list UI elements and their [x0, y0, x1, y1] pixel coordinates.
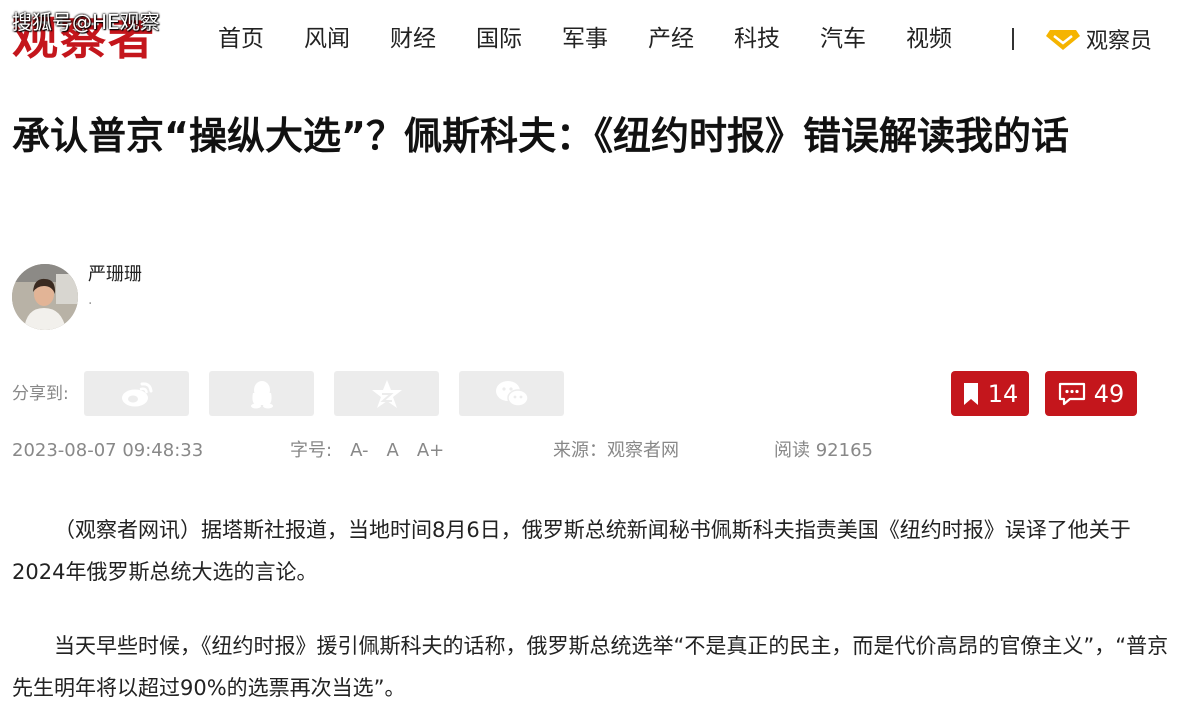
author-name[interactable]: 严珊珊 — [88, 262, 142, 288]
share-label: 分享到: — [12, 384, 69, 404]
observer-link[interactable]: 观察员 — [1046, 22, 1152, 56]
nav-item-auto[interactable]: 汽车 — [820, 22, 866, 56]
nav-item-military[interactable]: 军事 — [562, 22, 608, 56]
observer-label: 观察员 — [1086, 29, 1153, 54]
font-size-controls: 字号: A- A A+ — [290, 438, 444, 464]
font-size-decrease[interactable]: A- — [350, 440, 368, 461]
diamond-icon — [1046, 30, 1080, 50]
article-paragraph: 当天早些时候，《纽约时报》援引佩斯科夫的话称，俄罗斯总统选举“不是真正的民主，而… — [12, 634, 1169, 700]
article-paragraph: （观察者网讯）据塔斯社报道，当地时间8月6日，俄罗斯总统新闻秘书佩斯科夫指责美国… — [12, 518, 1131, 584]
nav-divider — [1012, 28, 1014, 50]
font-size-increase[interactable]: A+ — [417, 440, 444, 461]
nav-item-tech[interactable]: 科技 — [734, 22, 780, 56]
qq-icon — [250, 380, 273, 408]
nav-item-home[interactable]: 首页 — [218, 22, 264, 56]
nav-item-international[interactable]: 国际 — [476, 22, 522, 56]
font-size-label: 字号: — [290, 440, 333, 461]
share-qzone-button[interactable] — [334, 371, 439, 416]
nav-item-industry[interactable]: 产经 — [648, 22, 694, 56]
site-header: 观察者 搜狐号@HE观察 首页 风闻 财经 国际 军事 产经 科技 汽车 视频 … — [0, 0, 1189, 80]
qzone-icon — [371, 379, 402, 408]
article-source: 来源：观察者网 — [553, 440, 679, 461]
watermark-text: 搜狐号@HE观察 — [12, 10, 160, 34]
bookmark-icon — [963, 382, 978, 405]
bookmark-button[interactable]: 14 — [951, 371, 1029, 416]
weibo-icon — [121, 381, 152, 406]
publish-date: 2023-08-07 09:48:33 — [12, 440, 204, 461]
comment-icon — [1058, 382, 1085, 405]
nav-item-video[interactable]: 视频 — [906, 22, 952, 56]
nav-item-fengwen[interactable]: 风闻 — [304, 22, 350, 56]
share-weibo-button[interactable] — [84, 371, 189, 416]
comment-button[interactable]: 49 — [1045, 371, 1137, 416]
share-qq-button[interactable] — [209, 371, 314, 416]
read-count: 阅读 92165 — [774, 440, 873, 461]
share-wechat-button[interactable] — [459, 371, 564, 416]
author-subtitle: . — [88, 292, 93, 308]
author-avatar[interactable] — [12, 264, 78, 330]
wechat-icon — [495, 380, 529, 407]
main-nav: 首页 风闻 财经 国际 军事 产经 科技 汽车 视频 — [218, 22, 992, 56]
article-title: 承认普京“操纵大选”？佩斯科夫：《纽约时报》错误解读我的话 — [12, 114, 1069, 158]
comment-count: 49 — [1093, 379, 1125, 408]
bookmark-count: 14 — [987, 379, 1019, 408]
font-size-normal[interactable]: A — [387, 440, 399, 461]
nav-item-finance[interactable]: 财经 — [390, 22, 436, 56]
avatar-image — [12, 264, 78, 330]
